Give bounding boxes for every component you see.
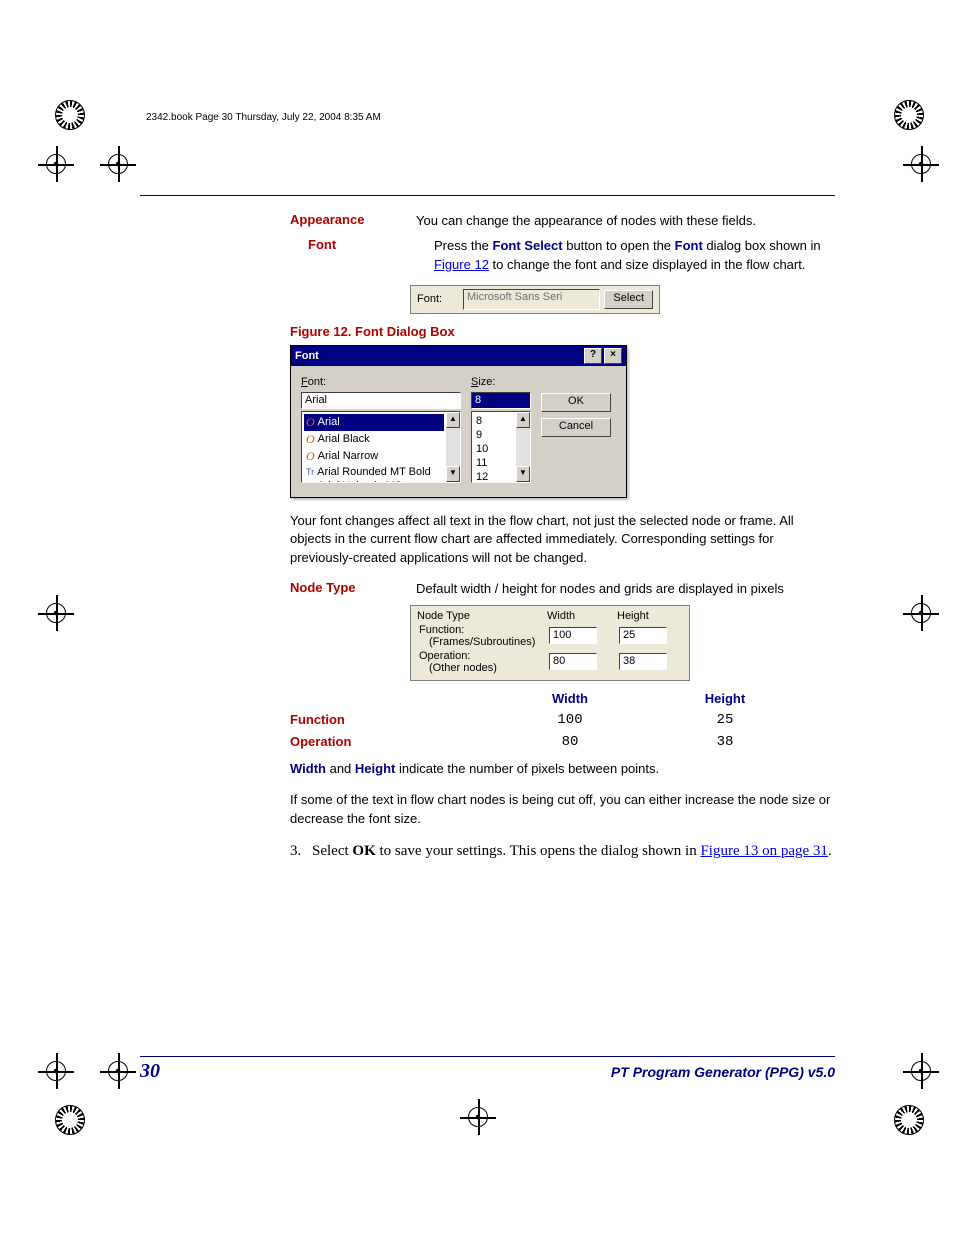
list-item[interactable]: OArial Black — [304, 431, 444, 448]
font-dialog-titlebar: Font ? × — [291, 346, 626, 366]
table-col-height: Height — [705, 691, 745, 706]
font-field-label: Font: — [301, 376, 461, 388]
table-row-operation: Operation — [290, 734, 351, 749]
list-item[interactable]: OArial Narrow — [304, 448, 444, 465]
appearance-heading: Appearance — [290, 212, 364, 227]
font-bar-label: Font: — [417, 293, 463, 305]
registration-mark-icon — [55, 1105, 85, 1135]
nodetype-heading: Node Type — [290, 580, 356, 595]
col-header-height: Height — [617, 610, 677, 622]
list-item[interactable]: 12 — [474, 470, 514, 483]
step-3: 3. Select OK to save your settings. This… — [290, 840, 835, 863]
size-input[interactable]: 8 — [471, 392, 531, 409]
operation-width-input[interactable]: 80 — [549, 653, 597, 670]
table-cell: 100 — [490, 712, 650, 728]
crosshair-icon — [100, 1053, 136, 1089]
col-header-nodetype: Node Type — [417, 610, 547, 622]
opentype-icon: O — [306, 449, 315, 464]
scroll-down-icon[interactable]: ▼ — [446, 466, 460, 482]
step-number: 3. — [290, 840, 312, 863]
table-cell: 25 — [650, 712, 800, 728]
font-dialog-title: Font — [295, 350, 582, 362]
font-select-button[interactable]: Select — [604, 290, 653, 309]
list-item[interactable]: TrArial Unicode MS — [304, 479, 444, 483]
crosshair-icon — [38, 595, 74, 631]
function-height-input[interactable]: 25 — [619, 627, 667, 644]
nodetype-text: Default width / height for nodes and gri… — [416, 580, 835, 599]
list-item[interactable]: 8 — [474, 414, 514, 428]
list-item[interactable]: 9 — [474, 428, 514, 442]
crosshair-icon — [38, 1053, 74, 1089]
scroll-up-icon[interactable]: ▲ — [446, 412, 460, 428]
size-list[interactable]: 8 9 10 11 12 ▲ ▼ — [471, 411, 531, 483]
table-row-function: Function — [290, 712, 345, 727]
page-number: 30 — [140, 1060, 160, 1083]
truetype-icon: Tr — [306, 481, 314, 483]
cancel-button[interactable]: Cancel — [541, 418, 611, 437]
opentype-icon: O — [306, 415, 315, 430]
help-button[interactable]: ? — [584, 348, 602, 364]
font-bar-field[interactable]: Microsoft Sans Seri — [463, 289, 600, 310]
appearance-text: You can change the appearance of nodes w… — [416, 212, 835, 231]
ok-button[interactable]: OK — [541, 393, 611, 412]
scroll-down-icon[interactable]: ▼ — [516, 466, 530, 482]
figure-13-link[interactable]: Figure 13 on page 31 — [700, 843, 827, 859]
table-cell: 38 — [650, 734, 800, 750]
row-label: Operation: (Other nodes) — [417, 650, 549, 674]
table-col-width: Width — [552, 691, 588, 706]
figure-12-caption: Figure 12. Font Dialog Box — [290, 324, 835, 339]
list-item[interactable]: OArial — [304, 414, 444, 431]
list-item[interactable]: 11 — [474, 456, 514, 470]
font-effect-paragraph: Your font changes affect all text in the… — [290, 512, 835, 569]
close-button[interactable]: × — [604, 348, 622, 364]
opentype-icon: O — [306, 432, 315, 447]
page-footer: 30 PT Program Generator (PPG) v5.0 — [140, 1056, 835, 1083]
font-text: Press the Font Select button to open the… — [434, 237, 835, 275]
row-label: Function: (Frames/Subroutines) — [417, 624, 549, 648]
table-cell: 80 — [490, 734, 650, 750]
truetype-icon: Tr — [306, 467, 314, 477]
crosshair-icon — [460, 1099, 496, 1135]
font-heading: Font — [308, 237, 336, 252]
list-item[interactable]: TrArial Rounded MT Bold — [304, 465, 444, 479]
crosshair-icon — [100, 146, 136, 182]
crosshair-icon — [38, 146, 74, 182]
registration-mark-icon — [55, 100, 85, 130]
scroll-up-icon[interactable]: ▲ — [516, 412, 530, 428]
page-rule — [140, 195, 835, 196]
nodetype-panel: Node Type Width Height Function: (Frames… — [410, 605, 690, 681]
font-bar: Font: Microsoft Sans Seri Select — [410, 285, 660, 314]
operation-height-input[interactable]: 38 — [619, 653, 667, 670]
size-field-label: Size: — [471, 376, 531, 388]
font-list[interactable]: OArial OArial Black OArial Narrow TrAria… — [301, 411, 461, 483]
registration-mark-icon — [894, 100, 924, 130]
font-name-input[interactable]: Arial — [301, 392, 461, 409]
col-header-width: Width — [547, 610, 617, 622]
width-height-sentence: Width and Height indicate the number of … — [290, 760, 835, 779]
scrollbar[interactable]: ▲ ▼ — [446, 412, 460, 482]
print-header: 2342.book Page 30 Thursday, July 22, 200… — [146, 112, 381, 123]
crosshair-icon — [903, 1053, 939, 1089]
function-width-input[interactable]: 100 — [549, 627, 597, 644]
figure-12-link[interactable]: Figure 12 — [434, 257, 489, 272]
list-item[interactable]: 10 — [474, 442, 514, 456]
scrollbar[interactable]: ▲ ▼ — [516, 412, 530, 482]
cutoff-paragraph: If some of the text in flow chart nodes … — [290, 791, 835, 829]
book-title: PT Program Generator (PPG) v5.0 — [160, 1064, 835, 1080]
registration-mark-icon — [894, 1105, 924, 1135]
crosshair-icon — [903, 595, 939, 631]
font-dialog: Font ? × Font: Arial OArial OArial Black… — [290, 345, 627, 498]
pixel-table: Width Height Function 100 25 Operation 8… — [290, 691, 800, 750]
crosshair-icon — [903, 146, 939, 182]
